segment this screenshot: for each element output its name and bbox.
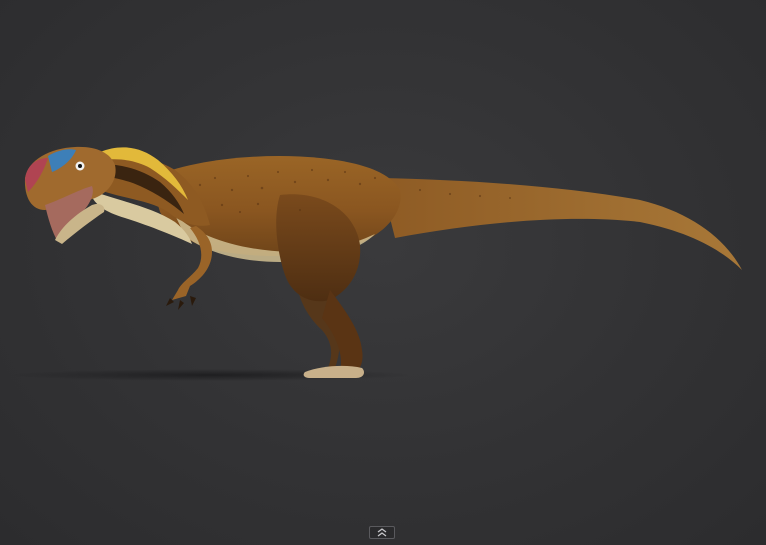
image-viewer bbox=[0, 0, 766, 545]
claw bbox=[166, 296, 196, 310]
expand-toggle-button[interactable] bbox=[369, 526, 395, 539]
foot bbox=[303, 365, 364, 378]
double-chevron-up-icon bbox=[376, 528, 388, 537]
dinosaur-illustration bbox=[10, 146, 742, 381]
tail bbox=[380, 178, 742, 270]
